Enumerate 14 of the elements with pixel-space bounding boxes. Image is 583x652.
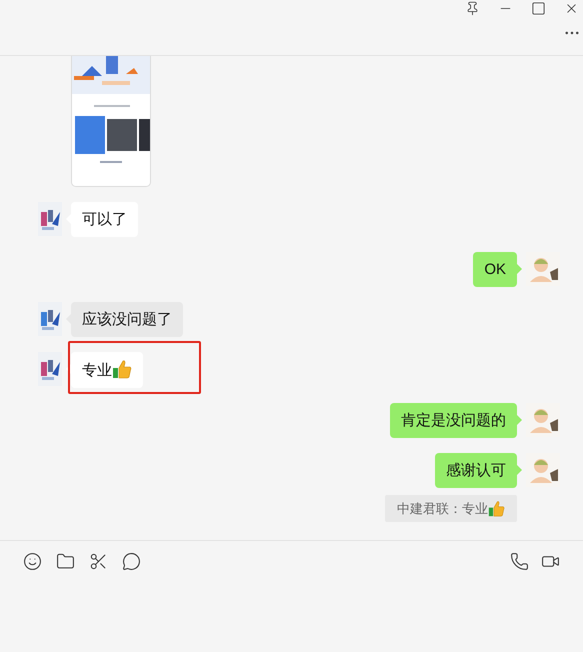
folder-icon[interactable]: [56, 552, 75, 571]
smiley-icon[interactable]: [23, 552, 42, 571]
message-text: 肯定是没问题的: [401, 412, 506, 429]
message-text: 可以了: [82, 211, 127, 228]
quote-text: 中建君联：专业: [397, 501, 488, 516]
message-text: 应该没问题了: [82, 311, 172, 328]
pin-icon[interactable]: [465, 1, 480, 16]
message-text: OK: [484, 261, 506, 278]
scissors-icon[interactable]: [89, 552, 108, 571]
message-text: 感谢认可: [446, 462, 506, 479]
phone-icon[interactable]: [510, 552, 529, 571]
message-text: 专业: [82, 362, 112, 379]
speech-bubble-icon[interactable]: [122, 552, 141, 571]
maximize-icon[interactable]: [531, 1, 546, 16]
